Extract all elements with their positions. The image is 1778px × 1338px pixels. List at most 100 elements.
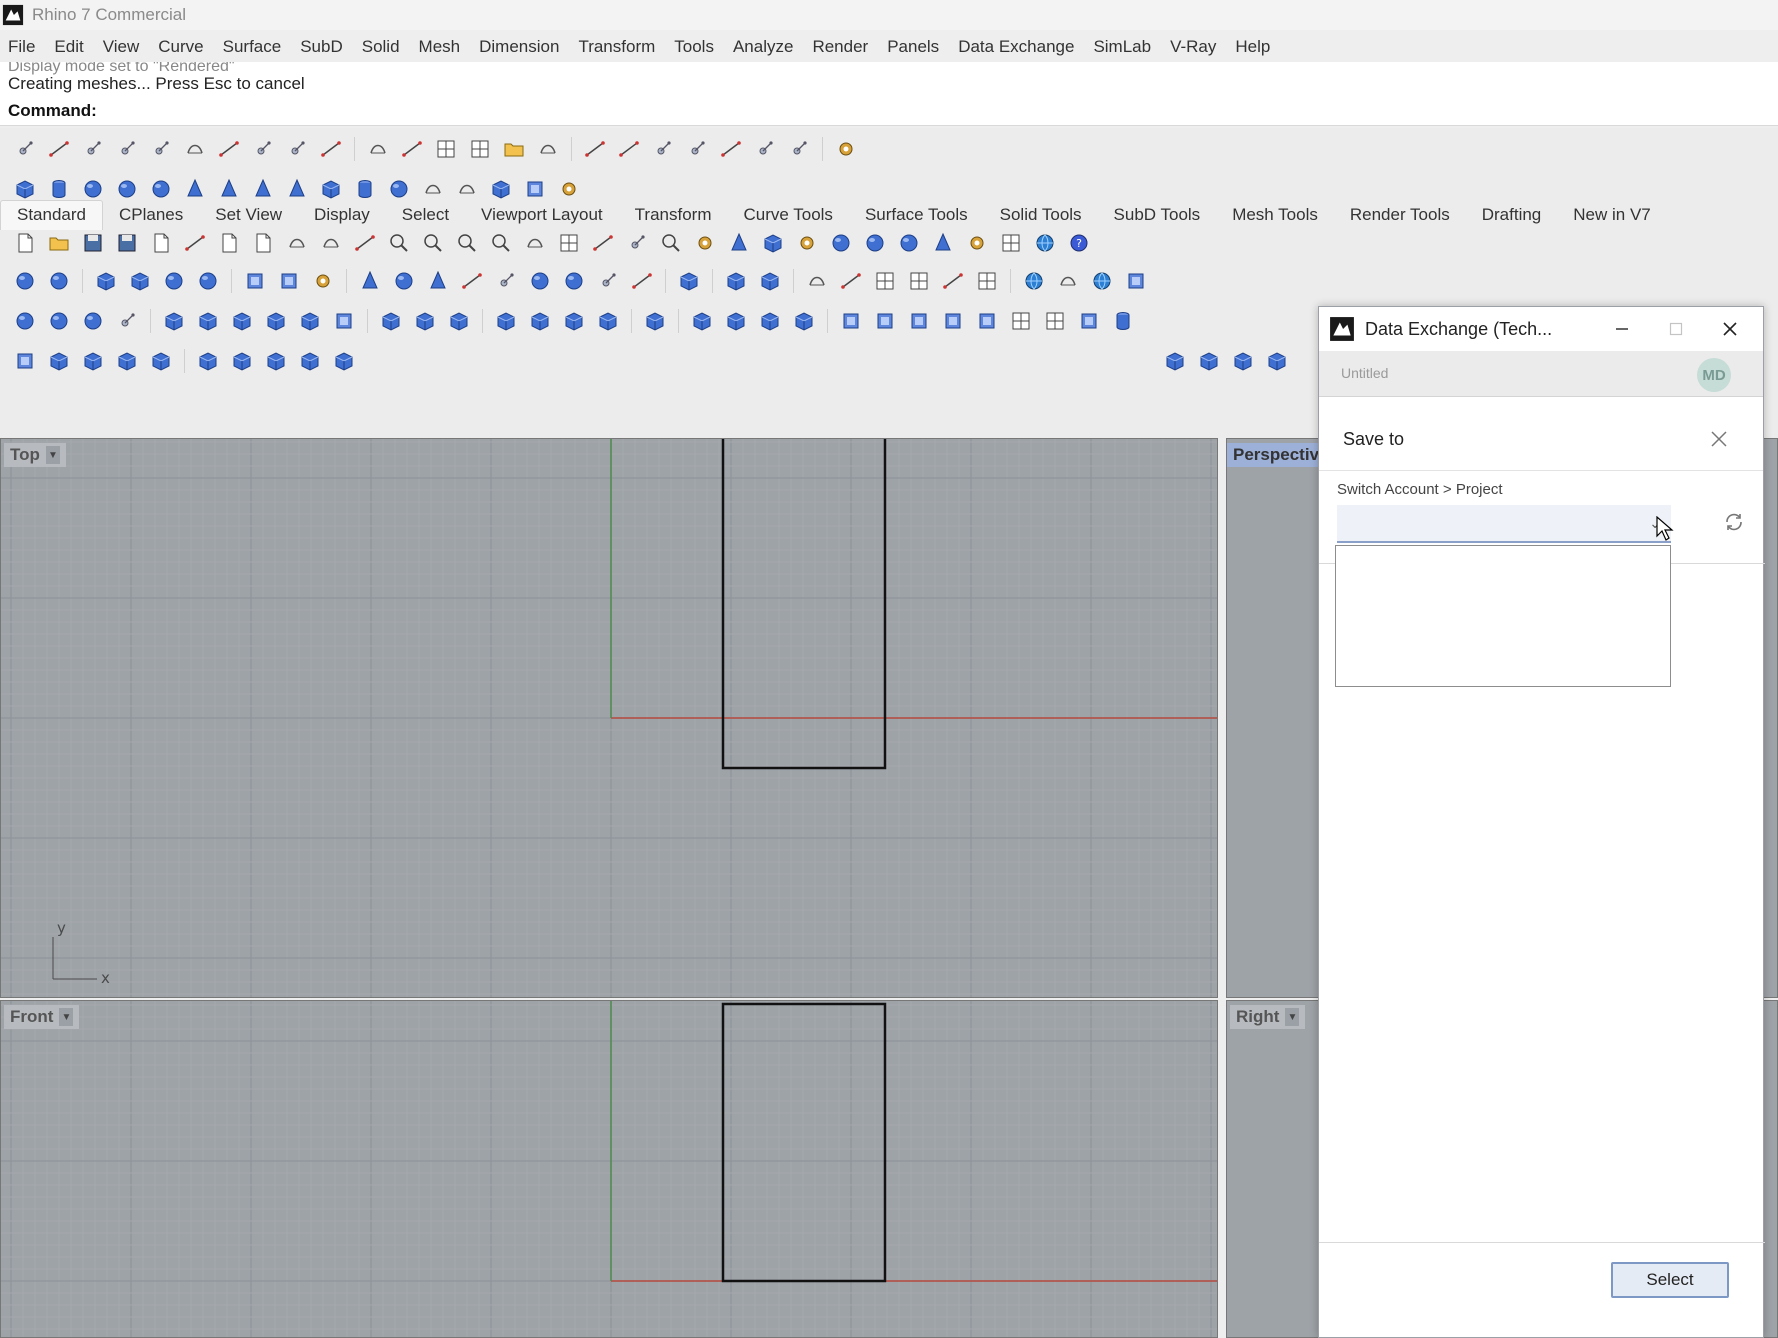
menu-panels[interactable]: Panels xyxy=(887,37,939,57)
box2-icon[interactable] xyxy=(972,306,1002,336)
cube-icon[interactable] xyxy=(44,346,74,376)
sphere-icon[interactable] xyxy=(44,306,74,336)
save-icon[interactable] xyxy=(78,228,108,258)
cube-icon[interactable] xyxy=(261,346,291,376)
cube-icon[interactable] xyxy=(1262,346,1292,376)
snap-icon[interactable] xyxy=(682,134,712,164)
sphere-icon[interactable] xyxy=(826,228,856,258)
wire-icon[interactable] xyxy=(363,134,393,164)
menu-view[interactable]: View xyxy=(103,37,140,57)
cone-icon[interactable] xyxy=(423,266,453,296)
line-icon[interactable] xyxy=(836,266,866,296)
wire-icon[interactable] xyxy=(1053,266,1083,296)
menu-dimension[interactable]: Dimension xyxy=(479,37,559,57)
sphere-icon[interactable] xyxy=(78,306,108,336)
lens-icon[interactable] xyxy=(384,228,414,258)
snap-icon[interactable] xyxy=(648,134,678,164)
wire-icon[interactable] xyxy=(520,228,550,258)
sphere-icon[interactable] xyxy=(525,266,555,296)
cube-icon[interactable] xyxy=(1160,346,1190,376)
box2-icon[interactable] xyxy=(1074,306,1104,336)
globe-icon[interactable] xyxy=(1019,266,1049,296)
cube-icon[interactable] xyxy=(593,306,623,336)
sphere-icon[interactable] xyxy=(193,266,223,296)
line-icon[interactable] xyxy=(457,266,487,296)
cube-icon[interactable] xyxy=(491,306,521,336)
sphere-icon[interactable] xyxy=(44,266,74,296)
box2-icon[interactable] xyxy=(1121,266,1151,296)
wire-icon[interactable] xyxy=(802,266,832,296)
menu-transform[interactable]: Transform xyxy=(578,37,655,57)
menu-data-exchange[interactable]: Data Exchange xyxy=(958,37,1074,57)
cube-icon[interactable] xyxy=(444,306,474,336)
box2-icon[interactable] xyxy=(10,346,40,376)
grid-icon[interactable] xyxy=(1006,306,1036,336)
tab-subd-tools[interactable]: SubD Tools xyxy=(1098,201,1217,230)
project-dropdown-list[interactable] xyxy=(1335,545,1671,687)
gear-icon[interactable] xyxy=(792,228,822,258)
snap-icon[interactable] xyxy=(248,134,278,164)
line-icon[interactable] xyxy=(44,134,74,164)
cube-icon[interactable] xyxy=(1194,346,1224,376)
gear-icon[interactable] xyxy=(831,134,861,164)
grid-icon[interactable] xyxy=(465,134,495,164)
menu-simlab[interactable]: SimLab xyxy=(1093,37,1151,57)
grid-icon[interactable] xyxy=(972,266,1002,296)
cube-icon[interactable] xyxy=(674,266,704,296)
box2-icon[interactable] xyxy=(329,306,359,336)
wire-icon[interactable] xyxy=(180,134,210,164)
menu-render[interactable]: Render xyxy=(812,37,868,57)
snap-icon[interactable] xyxy=(622,228,652,258)
snap-icon[interactable] xyxy=(112,134,142,164)
line-icon[interactable] xyxy=(938,266,968,296)
lens-icon[interactable] xyxy=(656,228,686,258)
line-icon[interactable] xyxy=(614,134,644,164)
cube-icon[interactable] xyxy=(227,306,257,336)
cube-icon[interactable] xyxy=(640,306,670,336)
cone-icon[interactable] xyxy=(355,266,385,296)
project-dropdown[interactable]: ⌄ xyxy=(1337,505,1671,543)
box2-icon[interactable] xyxy=(240,266,270,296)
menu-mesh[interactable]: Mesh xyxy=(419,37,461,57)
box2-icon[interactable] xyxy=(938,306,968,336)
close-icon[interactable] xyxy=(1713,315,1747,343)
viewport-menu-arrow-icon[interactable]: ▼ xyxy=(45,446,60,464)
menu-help[interactable]: Help xyxy=(1235,37,1270,57)
doc-icon[interactable] xyxy=(146,228,176,258)
cube-icon[interactable] xyxy=(721,306,751,336)
box2-icon[interactable] xyxy=(870,306,900,336)
tab-drafting[interactable]: Drafting xyxy=(1466,201,1558,230)
select-button[interactable]: Select xyxy=(1611,1262,1729,1298)
cube-icon[interactable] xyxy=(687,306,717,336)
lens-icon[interactable] xyxy=(418,228,448,258)
cube-icon[interactable] xyxy=(376,306,406,336)
line-icon[interactable] xyxy=(588,228,618,258)
cube-icon[interactable] xyxy=(758,228,788,258)
cube-icon[interactable] xyxy=(91,266,121,296)
cube-icon[interactable] xyxy=(159,306,189,336)
doc-icon[interactable] xyxy=(10,228,40,258)
grid-icon[interactable] xyxy=(870,266,900,296)
viewport-menu-arrow-icon[interactable]: ▼ xyxy=(1285,1008,1300,1026)
wire-icon[interactable] xyxy=(282,228,312,258)
avatar[interactable]: MD xyxy=(1697,358,1731,392)
sphere-icon[interactable] xyxy=(389,266,419,296)
cube-icon[interactable] xyxy=(125,266,155,296)
save-icon[interactable] xyxy=(112,228,142,258)
line-icon[interactable] xyxy=(397,134,427,164)
viewport-top[interactable]: yx Top ▼ xyxy=(0,438,1218,998)
cube-icon[interactable] xyxy=(789,306,819,336)
folder-icon[interactable] xyxy=(44,228,74,258)
line-icon[interactable] xyxy=(716,134,746,164)
line-icon[interactable] xyxy=(350,228,380,258)
viewport-menu-arrow-icon[interactable]: ▼ xyxy=(59,1008,74,1026)
box2-icon[interactable] xyxy=(904,306,934,336)
tab-mesh-tools[interactable]: Mesh Tools xyxy=(1216,201,1334,230)
cube-icon[interactable] xyxy=(295,306,325,336)
cube-icon[interactable] xyxy=(525,306,555,336)
snap-icon[interactable] xyxy=(593,266,623,296)
rectangle-object[interactable] xyxy=(721,1002,887,1283)
line-icon[interactable] xyxy=(580,134,610,164)
line-icon[interactable] xyxy=(316,134,346,164)
refresh-icon[interactable] xyxy=(1719,507,1749,537)
